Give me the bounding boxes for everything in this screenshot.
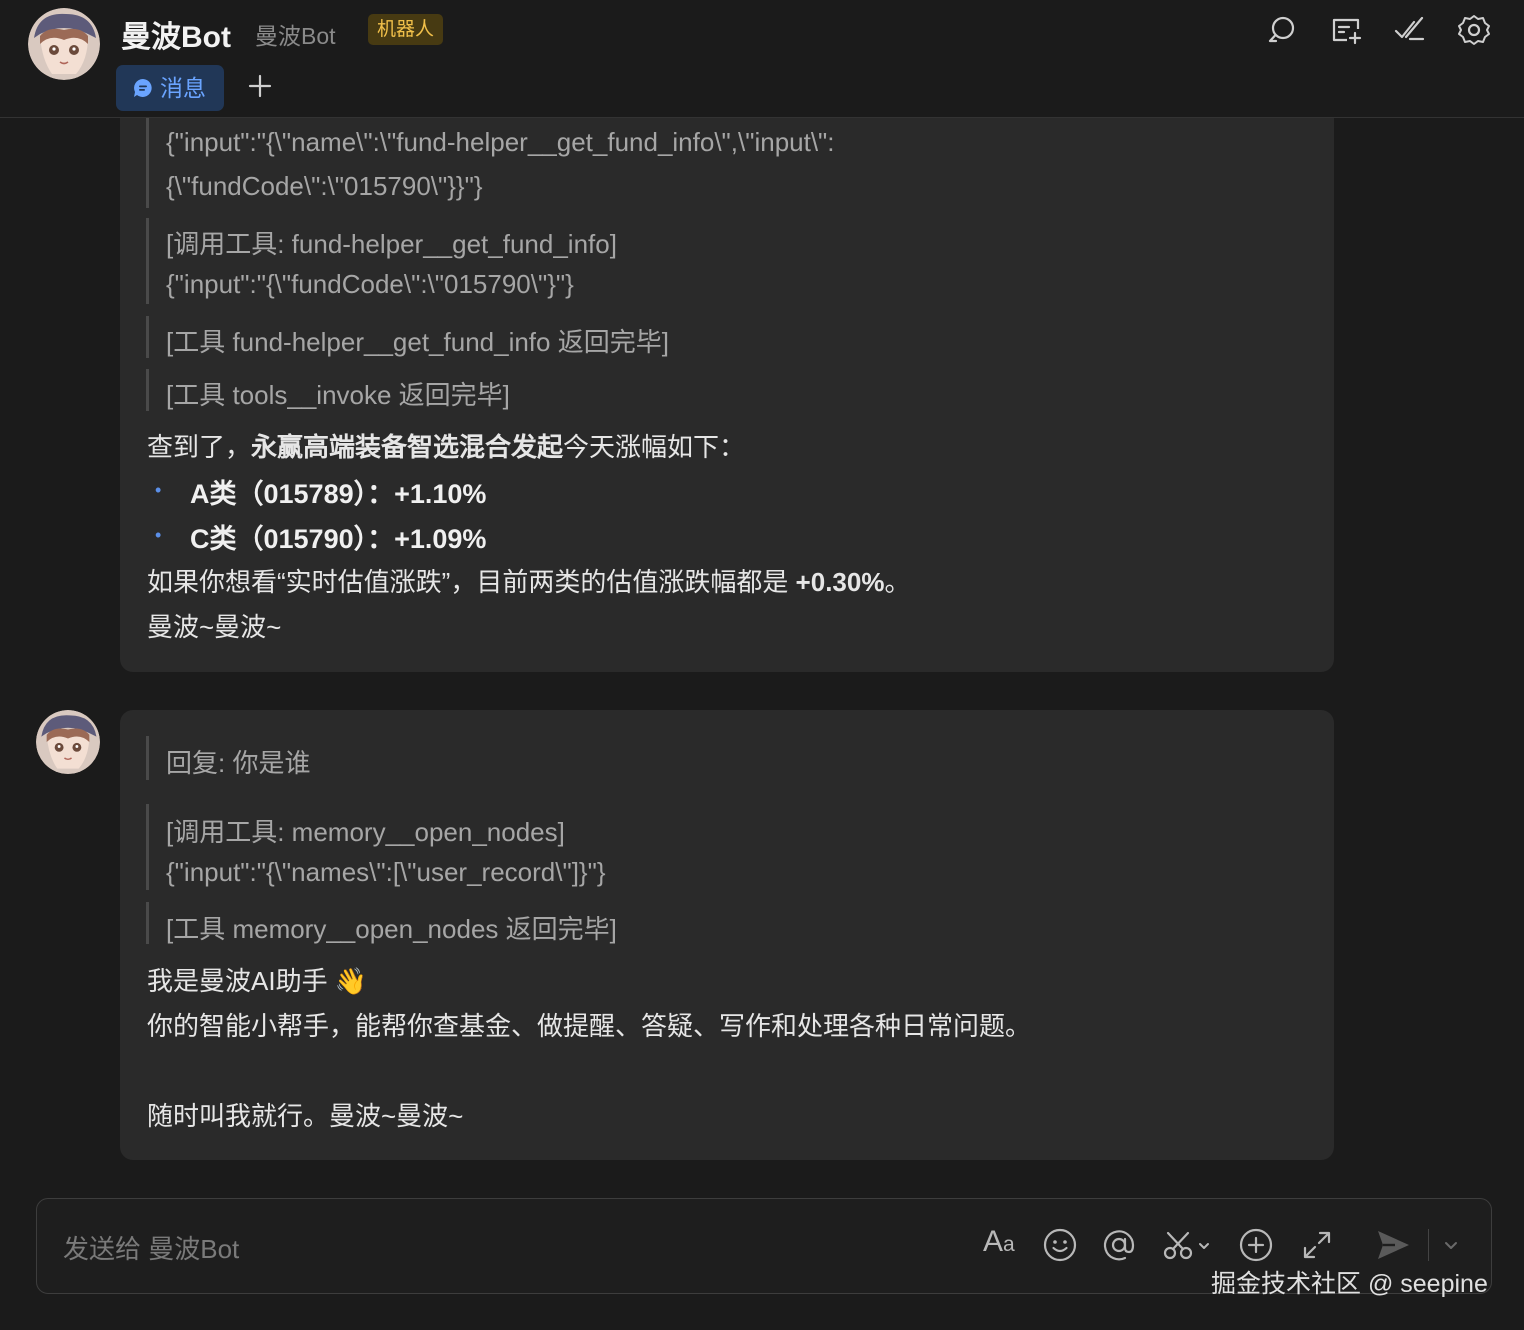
tool-call-text: {"input":"{\"name\":\"fund-helper__get_f… [166,127,835,157]
estimate-prefix: 如果你想看“实时估值涨跌”，目前两类的估值涨跌幅都是 [147,567,796,597]
tool-result-text: [工具 fund-helper__get_fund_info 返回完毕] [166,327,669,357]
quote-bar [146,369,149,411]
bot-message-bubble: 回复: 你是谁 [调用工具: memory__open_nodes] {"inp… [120,710,1334,1160]
format-text-icon[interactable]: Aa [983,1225,1015,1259]
tool-call-label: [调用工具: memory__open_nodes] [166,817,565,847]
add-circle-icon[interactable] [1238,1227,1274,1263]
gear-icon[interactable] [1458,14,1490,46]
tool-call-text: {"input":"{\"names\":[\"user_record\"]}"… [166,857,606,887]
chat-title: 曼波Bot [121,21,231,54]
tool-call-text: {"input":"{\"fundCode\":\"015790\"}"} [166,269,574,299]
signoff-text: 曼波~曼波~ [147,612,282,642]
chevron-down-icon[interactable] [1441,1227,1461,1263]
screenshot-scissors-icon[interactable] [1161,1227,1213,1263]
bot-avatar-image [28,8,100,80]
tool-call-label: [调用工具: fund-helper__get_fund_info] [166,229,617,259]
tool-result-text: [工具 memory__open_nodes 返回完毕] [166,914,617,944]
bot-message-bubble: {"input":"{\"name\":\"fund-helper__get_f… [120,80,1334,672]
tool-result-text: [工具 tools__invoke 返回完毕] [166,380,510,410]
send-icon[interactable] [1375,1227,1411,1263]
reply-intro-suffix: 今天涨幅如下： [563,432,746,462]
quote-bar [146,736,149,780]
reply-reference: 回复: 你是谁 [166,748,311,778]
fund-name: 永赢高端装备智选混合发起 [251,432,564,462]
mention-icon[interactable] [1101,1227,1137,1263]
intro-text: 我是曼波AI助手 👋 [147,966,368,996]
chat-bubble-icon [134,79,152,97]
search-icon[interactable] [1266,14,1298,46]
tab-messages-label: 消息 [160,75,206,101]
estimate-line: 如果你想看“实时估值涨跌”，目前两类的估值涨跌幅都是 +0.30%。 [147,562,910,599]
estimate-value: +0.30% [795,567,885,597]
message-input[interactable]: 发送给 曼波Bot [63,1229,239,1266]
bot-avatar[interactable] [28,8,100,80]
edit-check-icon[interactable] [1394,14,1426,46]
bot-badge: 机器人 [368,14,444,45]
signoff-text: 随时叫我就行。曼波~曼波~ [147,1101,464,1131]
chat-subtitle: 曼波Bot [255,23,336,49]
expand-icon[interactable] [1299,1227,1335,1263]
quote-bar [146,902,149,944]
bot-avatar-image [36,710,100,774]
description-text: 你的智能小帮手，能帮你查基金、做提醒、答疑、写作和处理各种日常问题。 [147,1011,1032,1041]
new-chat-icon[interactable] [1330,14,1362,46]
reply-intro: 查到了，永赢高端装备智选混合发起今天涨幅如下： [147,427,745,464]
quote-bar [146,218,149,304]
reply-intro-prefix: 查到了， [147,432,252,462]
tab-messages[interactable]: 消息 [116,65,224,111]
bullet-dot: • [155,525,162,545]
quote-bar [146,804,149,890]
emoji-icon[interactable] [1042,1227,1078,1263]
fund-class-a: A类（015789）：+1.10% [190,479,487,509]
watermark: 掘金技术社区 @ seepine [1211,1270,1488,1298]
add-tab-icon[interactable] [246,72,274,100]
fund-class-c: C类（015790）：+1.09% [190,524,487,554]
chat-header: 曼波Bot 曼波Bot 机器人 消息 [0,0,1524,118]
divider [1428,1229,1429,1261]
bullet-dot: • [155,480,162,500]
quote-bar [146,316,149,358]
tool-call-text: {\"fundCode\":\"015790\"}}"} [166,171,483,201]
quote-bar [146,118,149,208]
bot-avatar[interactable] [36,710,100,774]
estimate-suffix: 。 [884,567,911,597]
